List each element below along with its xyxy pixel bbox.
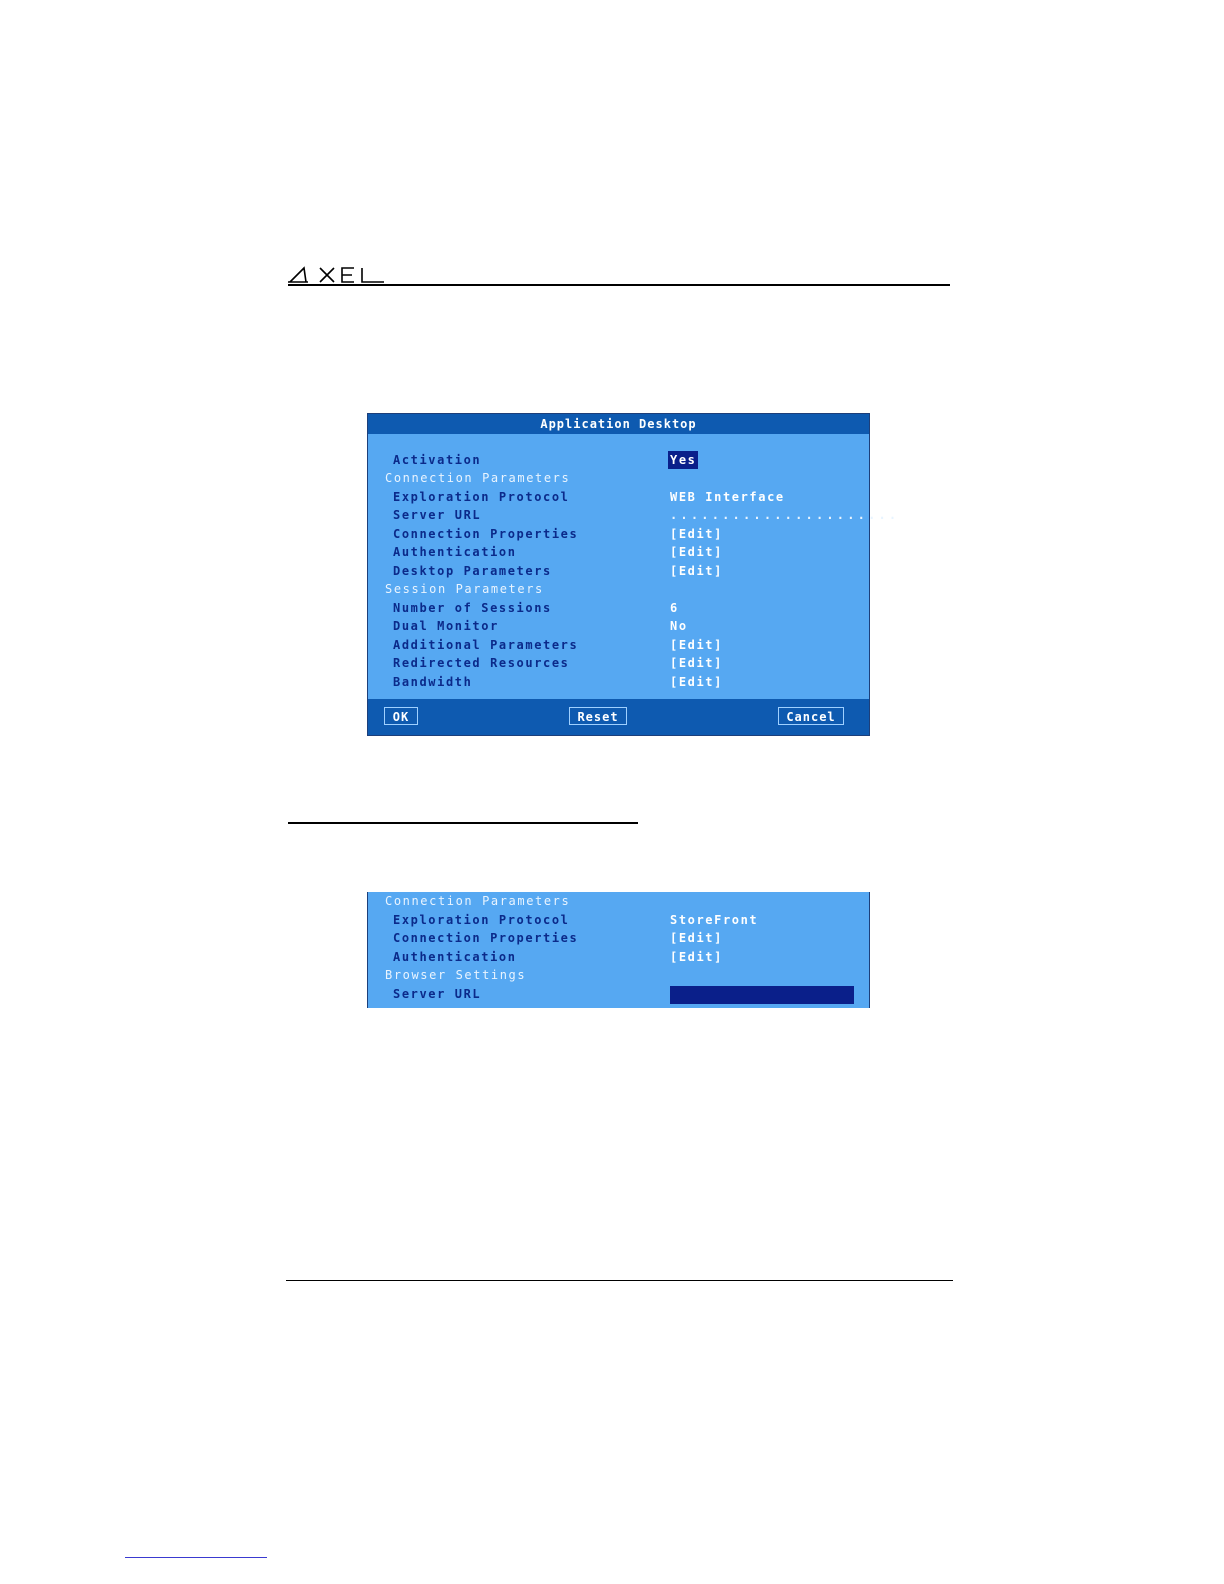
connection-properties-edit-button[interactable]: [Edit] [670,525,723,543]
row-desktop-parameters[interactable]: Desktop Parameters [Edit] [368,562,869,580]
row-authentication[interactable]: Authentication [Edit] [368,543,869,561]
section-connection-parameters: Connection Parameters [368,469,869,487]
authentication-edit-button[interactable]: [Edit] [670,543,723,561]
row-label: Exploration Protocol [393,913,570,927]
redirected-resources-edit-button[interactable]: [Edit] [670,654,723,672]
row-label: Activation [393,453,482,467]
row-label: Exploration Protocol [393,490,570,504]
row-label: Connection Properties [393,931,579,945]
footer-rule [286,1280,953,1281]
storefront-settings-panel: Connection Parameters Exploration Protoc… [367,892,870,1008]
row-bandwidth[interactable]: Bandwidth [Edit] [368,673,869,691]
section-browser-settings: Browser Settings [368,966,869,984]
row-label: Desktop Parameters [393,564,552,578]
dialog-footer: OK Reset Cancel [368,699,869,735]
row-exploration-protocol[interactable]: Exploration Protocol WEB Interface [368,488,869,506]
row-label: Redirected Resources [393,656,570,670]
dialog-title: Application Desktop [368,414,869,434]
bandwidth-edit-button[interactable]: [Edit] [670,673,723,691]
row-label: Dual Monitor [393,619,499,633]
header-rule [288,284,950,286]
ok-button[interactable]: OK [384,707,418,725]
footer-link-underline [125,1557,267,1558]
row-redirected-resources[interactable]: Redirected Resources [Edit] [368,654,869,672]
section-label: Connection Parameters [385,894,571,908]
application-desktop-dialog: Application Desktop Activation Yes Conne… [367,413,896,736]
section-label: Session Parameters [385,582,544,596]
activation-value[interactable]: Yes [668,451,699,469]
row-label: Bandwidth [393,675,473,689]
row-activation[interactable]: Activation Yes [368,451,869,469]
row-connection-properties[interactable]: Connection Properties [Edit] [368,525,869,543]
section-label: Connection Parameters [385,471,571,485]
row-exploration-protocol[interactable]: Exploration Protocol StoreFront [368,911,869,929]
reset-button[interactable]: Reset [569,707,627,725]
section-label: Browser Settings [385,968,527,982]
row-label: Server URL [393,508,482,522]
row-additional-parameters[interactable]: Additional Parameters [Edit] [368,636,869,654]
cancel-button[interactable]: Cancel [778,707,844,725]
row-dual-monitor[interactable]: Dual Monitor No [368,617,869,635]
exploration-protocol-value[interactable]: StoreFront [670,911,758,929]
row-authentication[interactable]: Authentication [Edit] [368,948,869,966]
section-rule [288,822,638,824]
row-label: Authentication [393,545,517,559]
desktop-parameters-edit-button[interactable]: [Edit] [670,562,723,580]
row-label: Additional Parameters [393,638,579,652]
dual-monitor-value[interactable]: No [670,617,688,635]
server-url-input[interactable] [670,986,854,1004]
row-label: Number of Sessions [393,601,552,615]
row-connection-properties[interactable]: Connection Properties [Edit] [368,929,869,947]
server-url-field[interactable]: ...................... [670,506,899,524]
exploration-protocol-value[interactable]: WEB Interface [670,488,785,506]
row-number-of-sessions[interactable]: Number of Sessions 6 [368,599,869,617]
section-session-parameters: Session Parameters [368,580,869,598]
connection-properties-edit-button[interactable]: [Edit] [670,929,723,947]
axel-logo [288,266,384,283]
row-server-url[interactable]: Server URL ...................... [368,506,896,524]
authentication-edit-button[interactable]: [Edit] [670,948,723,966]
number-of-sessions-value[interactable]: 6 [670,599,679,617]
row-label: Connection Properties [393,527,579,541]
row-label: Authentication [393,950,517,964]
section-connection-parameters: Connection Parameters [368,892,869,910]
row-label: Server URL [393,987,482,1001]
additional-parameters-edit-button[interactable]: [Edit] [670,636,723,654]
